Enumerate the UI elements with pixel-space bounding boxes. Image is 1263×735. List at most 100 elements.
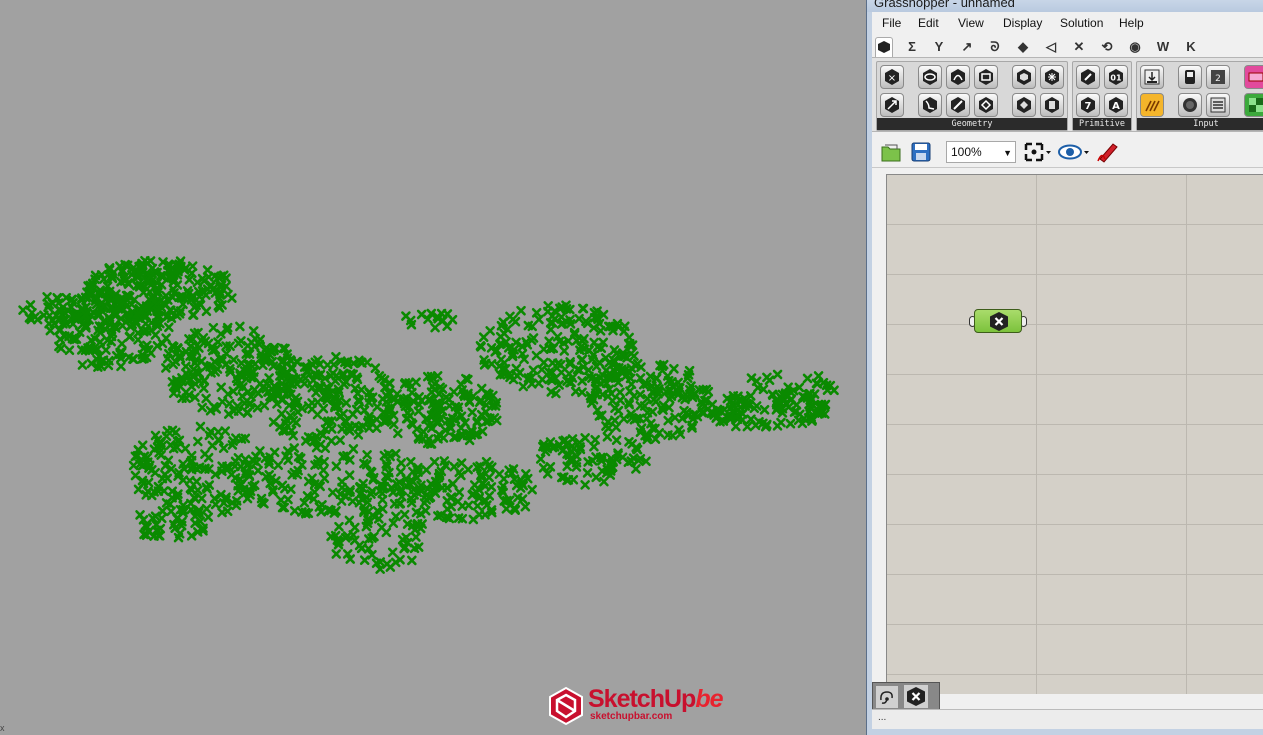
redraw-icon[interactable] (876, 686, 898, 708)
point-marker (201, 393, 211, 404)
zoom-extents-icon[interactable] (1024, 142, 1052, 162)
geometry-icon (1045, 97, 1059, 113)
menu-file[interactable]: File (882, 16, 901, 30)
circular-arc-button[interactable] (946, 65, 970, 89)
sketch-pen-icon[interactable] (1096, 141, 1120, 163)
point-cloud (18, 255, 839, 574)
grid-line (887, 224, 1263, 225)
boolean-button[interactable]: 01 (1104, 65, 1128, 89)
point-marker (198, 383, 209, 393)
gradient-button[interactable] (1244, 65, 1263, 89)
value-list-button[interactable] (1206, 93, 1230, 117)
world-axis-icon: x (0, 723, 5, 733)
line-button[interactable] (946, 93, 970, 117)
tab-params[interactable] (875, 37, 893, 57)
point-marker (184, 475, 195, 486)
point-marker (531, 350, 542, 361)
vector-button[interactable] (880, 93, 904, 117)
open-file-icon[interactable] (880, 141, 902, 163)
box-button[interactable] (974, 65, 998, 89)
zoom-select[interactable]: 100% ▼ (946, 141, 1016, 163)
tab-intersect[interactable]: ✕ (1070, 38, 1088, 56)
surface-button[interactable] (1012, 93, 1036, 117)
curve-button[interactable] (918, 93, 942, 117)
slider-icon: 2 (1211, 70, 1225, 84)
graph-button[interactable] (1140, 93, 1164, 117)
ribbon-label-input[interactable]: Input (1137, 118, 1263, 130)
window-title: Grasshopper - unnamed (874, 0, 1015, 10)
point-marker (335, 435, 345, 445)
menu-view[interactable]: View (958, 16, 984, 30)
brep-button[interactable] (1012, 65, 1036, 89)
point-marker (751, 401, 762, 411)
menu-help[interactable]: Help (1119, 16, 1144, 30)
point-marker (382, 559, 392, 569)
point-marker (201, 306, 212, 317)
tab-mesh[interactable]: ◁ (1042, 38, 1060, 56)
button-button[interactable] (1178, 93, 1202, 117)
grasshopper-client: File Edit View Display Solution Help Σ Y… (872, 12, 1263, 729)
watermark-url: sketchupbar.com (590, 711, 673, 722)
point-marker (759, 404, 770, 415)
panel-button[interactable] (1140, 65, 1164, 89)
geometry-button[interactable] (1040, 93, 1064, 117)
tab-transform[interactable]: ⟲ (1098, 38, 1116, 56)
point-marker (25, 300, 36, 310)
rhino-viewport[interactable]: x (0, 0, 866, 735)
number-button[interactable] (1076, 65, 1100, 89)
integer-button[interactable]: 7 (1076, 93, 1100, 117)
text-button[interactable]: A (1104, 93, 1128, 117)
point-marker (252, 402, 263, 413)
window-titlebar[interactable]: Grasshopper - unnamed (867, 0, 1263, 12)
point-marker (543, 301, 554, 311)
sketchupbar-watermark: SketchUpbe sketchupbar.com (548, 684, 724, 728)
point-marker (161, 363, 171, 373)
toggle-button[interactable] (1178, 65, 1202, 89)
tab-vector[interactable]: ↗ (958, 38, 976, 56)
point-marker (399, 509, 410, 520)
component-body[interactable] (974, 309, 1022, 333)
colour-swatch-button[interactable] (1244, 93, 1263, 117)
menu-display[interactable]: Display (1003, 16, 1042, 30)
point-param-icon[interactable] (904, 685, 928, 708)
slider-button[interactable]: 2 (1206, 65, 1230, 89)
grid-line (887, 474, 1263, 475)
preview-eye-icon[interactable] (1058, 142, 1090, 162)
point-marker (499, 474, 509, 484)
point-marker (224, 398, 235, 409)
save-file-icon[interactable] (910, 141, 932, 163)
tab-k[interactable]: K (1182, 38, 1200, 56)
svg-text:A: A (1112, 101, 1120, 112)
point-param-component[interactable] (969, 309, 1027, 335)
tab-curve[interactable]: ᘐ (986, 38, 1004, 56)
grasshopper-canvas[interactable] (886, 174, 1263, 694)
plane-button[interactable] (974, 93, 998, 117)
point-marker (207, 440, 218, 451)
point-marker (359, 555, 370, 565)
point-marker (223, 289, 233, 300)
point-button[interactable]: × (880, 65, 904, 89)
point-marker (577, 387, 587, 398)
tab-display[interactable]: ◉ (1126, 38, 1144, 56)
point-marker (133, 334, 143, 345)
tab-surface[interactable]: ◆ (1014, 38, 1032, 56)
tab-sets[interactable]: Y (930, 38, 948, 56)
ribbon-label-primitive[interactable]: Primitive (1073, 118, 1131, 130)
point-marker (387, 547, 398, 558)
mesh-button[interactable] (1040, 65, 1064, 89)
grid-line (887, 274, 1263, 275)
plane-icon (979, 97, 993, 113)
point-marker (233, 338, 244, 349)
menu-solution[interactable]: Solution (1060, 16, 1103, 30)
tab-maths[interactable]: Σ (903, 38, 921, 56)
tab-w[interactable]: W (1154, 38, 1172, 56)
circle-button[interactable] (918, 65, 942, 89)
ribbon-label-geometry[interactable]: Geometry (877, 118, 1067, 130)
sketchup-logo-icon (549, 686, 583, 726)
menu-edit[interactable]: Edit (918, 16, 939, 30)
point-marker (396, 458, 407, 468)
point-marker (528, 365, 539, 376)
canvas-toolbar: 100% ▼ (872, 136, 1263, 168)
ribbon-group-input: 2 Input (1136, 61, 1263, 131)
vector-icon: ↗ (961, 39, 973, 54)
